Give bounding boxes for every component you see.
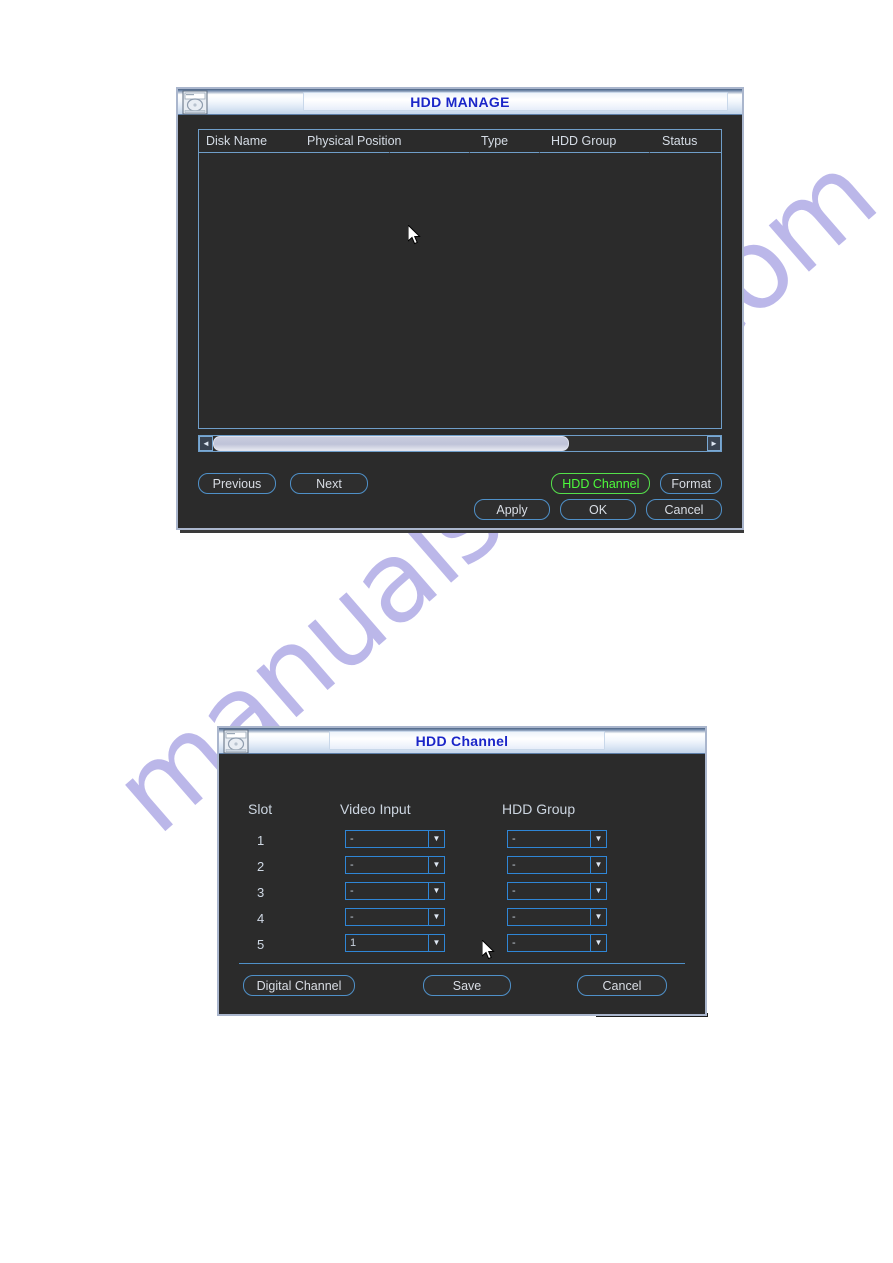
hdd-group-value-2: - [512,859,516,871]
chevron-down-icon[interactable]: ▼ [428,831,444,847]
chevron-down-icon[interactable]: ▼ [590,857,606,873]
hdd-manage-confirm-buttons: Apply OK Cancel [474,499,722,520]
column-header-disk-name: Disk Name [206,134,268,148]
hdd-channel-buttons: Digital Channel Save Cancel [219,975,705,997]
hdd-list-panel: Disk Name Physical Position Type HDD Gro… [198,129,722,429]
video-input-select-1[interactable]: - ▼ [345,830,445,848]
column-header-status: Status [662,134,698,148]
slot-number: 2 [257,859,265,874]
video-input-select-4[interactable]: - ▼ [345,908,445,926]
table-row: 2 - ▼ - ▼ [219,856,705,882]
hdd-channel-column-headers: Slot Video Input HDD Group [219,801,705,821]
scrollbar-track[interactable] [213,436,707,451]
hdd-group-select-2[interactable]: - ▼ [507,856,607,874]
slot-number: 5 [257,937,265,952]
chevron-down-icon[interactable]: ▼ [428,909,444,925]
table-row: 1 - ▼ - ▼ [219,830,705,856]
chevron-down-icon[interactable]: ▼ [590,935,606,951]
hdd-manage-action-buttons: HDD Channel Format [551,473,722,494]
video-input-select-2[interactable]: - ▼ [345,856,445,874]
chevron-down-icon[interactable]: ▼ [590,909,606,925]
cancel-button[interactable]: Cancel [577,975,667,996]
header-video-input: Video Input [340,801,411,817]
column-header-physical-position: Physical Position [307,134,402,148]
save-button[interactable]: Save [423,975,511,996]
cancel-button[interactable]: Cancel [646,499,722,520]
hdd-manage-dialog-shadow [180,530,744,533]
slot-number: 1 [257,833,265,848]
hdd-group-value-1: - [512,833,516,845]
table-row: 4 - ▼ - ▼ [219,908,705,934]
hdd-manage-title: HDD MANAGE [410,93,510,110]
hdd-manage-body: Disk Name Physical Position Type HDD Gro… [178,115,742,529]
format-button[interactable]: Format [660,473,722,494]
header-slot: Slot [248,801,273,817]
section-divider [239,963,685,964]
hdd-channel-dialog: HDD Channel Slot Video Input HDD Group 1… [217,726,707,1016]
hdd-manage-nav-buttons: Previous Next [198,473,368,494]
scrollbar-thumb[interactable] [213,436,569,451]
hdd-manage-titlebar: HDD MANAGE [178,89,742,115]
chevron-down-icon[interactable]: ▼ [428,883,444,899]
table-row: 3 - ▼ - ▼ [219,882,705,908]
ok-button[interactable]: OK [560,499,636,520]
hdd-list-header: Disk Name Physical Position Type HDD Gro… [199,130,721,159]
horizontal-scrollbar[interactable]: ◄ ► [198,435,722,452]
hdd-group-value-4: - [512,911,516,923]
column-header-type: Type [481,134,509,148]
hdd-channel-title: HDD Channel [415,732,509,749]
hdd-group-select-5[interactable]: - ▼ [507,934,607,952]
hdd-icon [182,90,208,115]
next-button[interactable]: Next [290,473,368,494]
hdd-group-select-3[interactable]: - ▼ [507,882,607,900]
video-input-value-3: - [350,885,354,897]
hdd-group-value-5: - [512,937,516,949]
chevron-down-icon[interactable]: ▼ [428,857,444,873]
hdd-group-select-1[interactable]: - ▼ [507,830,607,848]
video-input-select-5[interactable]: 1 ▼ [345,934,445,952]
scroll-left-arrow-icon[interactable]: ◄ [199,436,213,451]
chevron-down-icon[interactable]: ▼ [590,831,606,847]
header-hdd-group: HDD Group [502,801,576,817]
hdd-channel-body: Slot Video Input HDD Group 1 - ▼ - ▼ 2 - [219,754,705,1015]
video-input-select-3[interactable]: - ▼ [345,882,445,900]
slot-number: 3 [257,885,265,900]
apply-button[interactable]: Apply [474,499,550,520]
video-input-value-4: - [350,911,354,923]
previous-button[interactable]: Previous [198,473,276,494]
video-input-value-5: 1 [350,937,357,949]
hdd-channel-button[interactable]: HDD Channel [551,473,651,494]
hdd-group-select-4[interactable]: - ▼ [507,908,607,926]
chevron-down-icon[interactable]: ▼ [590,883,606,899]
video-input-value-2: - [350,859,354,871]
chevron-down-icon[interactable]: ▼ [428,935,444,951]
scroll-right-arrow-icon[interactable]: ► [707,436,721,451]
video-input-value-1: - [350,833,354,845]
column-header-hdd-group: HDD Group [551,134,617,148]
digital-channel-button[interactable]: Digital Channel [243,975,355,996]
hdd-group-value-3: - [512,885,516,897]
hdd-icon [223,729,249,754]
hdd-list-body[interactable] [199,153,721,428]
hdd-channel-titlebar: HDD Channel [219,728,705,754]
slot-number: 4 [257,911,265,926]
hdd-manage-dialog: HDD MANAGE Disk Name Physical Position T… [176,87,744,530]
table-row: 5 1 ▼ - ▼ [219,934,705,960]
hdd-channel-rows: 1 - ▼ - ▼ 2 - ▼ - ▼ 3 - ▼ - ▼ 4 - ▼ - ▼ … [219,830,705,960]
